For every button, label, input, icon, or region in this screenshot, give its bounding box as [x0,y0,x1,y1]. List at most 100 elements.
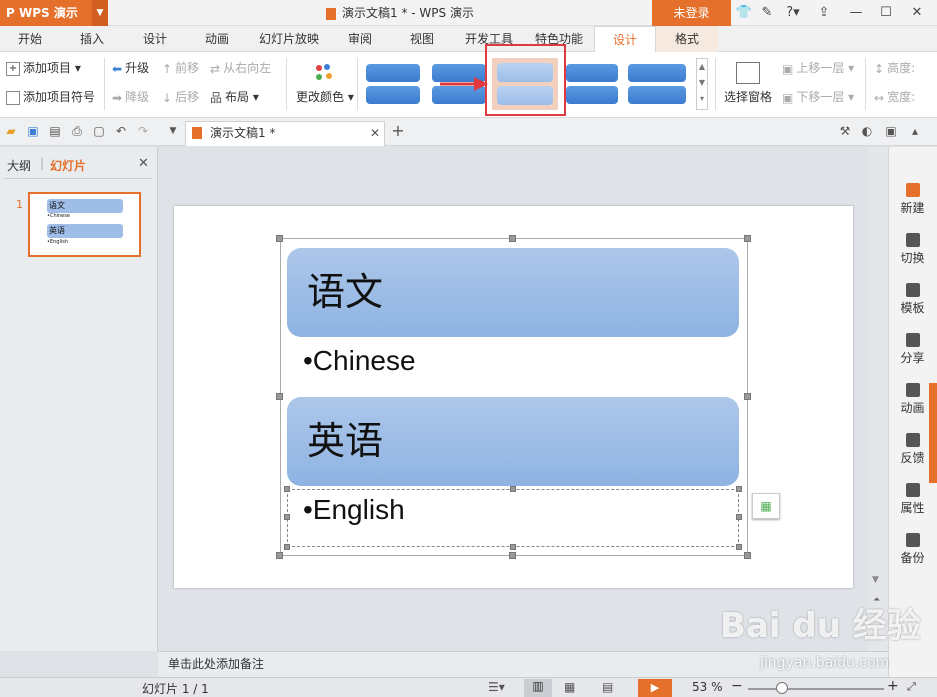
zoom-slider-thumb[interactable] [776,682,788,694]
bring-forward-button[interactable]: ▣ 上移一层 ▾ [782,58,854,78]
width-field[interactable]: ↔ 宽度: [874,87,915,107]
tab-format[interactable]: 格式 [656,26,718,52]
fit-window-icon[interactable]: ⤢ [907,680,916,694]
tab-slideshow[interactable]: 幻灯片放映 [259,26,319,52]
add-item-button[interactable]: + 添加项目 ▾ [6,58,81,78]
zoom-slider[interactable] [748,688,884,690]
sidebar-share[interactable]: 分享 [888,327,937,375]
tab-animation[interactable]: 动画 [205,26,229,52]
selection-pane-button[interactable]: 选择窗格 [724,87,772,107]
tab-insert[interactable]: 插入 [80,26,104,52]
properties-icon [905,483,920,497]
print-preview-icon[interactable]: ▢ [92,124,106,138]
sidebar-switch[interactable]: 切换 [888,227,937,275]
tab-view[interactable]: 视图 [410,26,434,52]
add-bullet-button[interactable]: 添加项目符号 [6,87,95,107]
undo-icon[interactable]: ↶ [114,124,128,138]
save-icon[interactable]: ▣ [26,124,40,138]
change-color-button[interactable]: 更改颜色 ▾ [296,87,354,107]
right-to-left-button[interactable]: ⇄ 从右向左 [210,58,271,78]
text-handle[interactable] [736,514,742,520]
resize-handle[interactable] [744,552,751,559]
send-backward-button[interactable]: ▣ 下移一层 ▾ [782,87,854,107]
maximize-icon[interactable]: ☐ [876,0,896,26]
sidebar-animation[interactable]: 动画 [888,377,937,425]
skin-icon[interactable]: 👕 [735,0,753,26]
resize-handle[interactable] [276,393,283,400]
text-handle[interactable] [284,544,290,550]
wps-menu-button[interactable]: P WPS 演示 [0,0,92,26]
tab-review[interactable]: 审阅 [348,26,372,52]
redo-icon[interactable]: ↷ [136,124,150,138]
print-icon[interactable]: ⎙ [70,124,84,138]
zoom-out-icon[interactable]: − [731,678,743,694]
help-icon[interactable]: ?▾ [782,0,804,26]
resize-handle[interactable] [744,235,751,242]
collapse-ribbon-icon[interactable]: ▴ [908,124,922,138]
customize-toolbar-icon[interactable]: ▼ [166,124,180,138]
text-handle[interactable] [736,544,742,550]
smartart-sub-2[interactable]: •English [303,494,405,534]
upload-icon[interactable]: ⇪ [814,0,834,26]
demote-button[interactable]: ➡ 降级 [112,87,149,107]
slide-sorter-icon[interactable]: ▦ [564,680,575,694]
tab-smartart-design[interactable]: 设计 [594,26,656,53]
normal-view-icon[interactable]: ▥ [524,679,552,697]
tool-icon[interactable]: ⚒ [838,124,852,138]
gallery-scroll[interactable]: ▲ ▼ ▾ [696,58,708,110]
open-folder-icon[interactable]: ▰ [4,124,18,138]
login-button[interactable]: 未登录 [652,0,731,26]
minimize-icon[interactable]: — [846,0,866,26]
smartart-item-1[interactable]: 语文 [287,248,739,337]
resize-handle[interactable] [744,393,751,400]
thumb-item-1: 语文 [47,199,123,213]
smartart-style-1[interactable] [366,64,420,82]
sidebar-template[interactable]: 模板 [888,277,937,325]
close-panel-icon[interactable]: ✕ [138,156,149,171]
smartart-style-4[interactable] [566,64,618,82]
text-handle[interactable] [510,486,516,492]
tab-home[interactable]: 开始 [18,26,42,52]
sidebar-properties[interactable]: 属性 [888,477,937,525]
close-icon[interactable]: ✕ [907,0,927,26]
resize-handle[interactable] [276,235,283,242]
text-handle[interactable] [736,486,742,492]
text-handle[interactable] [284,486,290,492]
resize-handle[interactable] [509,235,516,242]
close-tab-icon[interactable]: ✕ [368,126,382,140]
baidu-watermark-url: jingyan.baidu.com [760,655,890,671]
panel-icon[interactable]: ▣ [884,124,898,138]
slide-thumbnail[interactable]: 语文 •Chinese 英语 •English [28,192,141,257]
align-menu-icon[interactable]: ☰▾ [488,680,505,694]
export-pdf-icon[interactable]: ▤ [48,124,62,138]
layout-button[interactable]: 品布局 ▾ [210,87,259,107]
tab-design[interactable]: 设计 [143,26,167,52]
smartart-layout-options-icon[interactable]: ▦ [752,493,780,519]
text-handle[interactable] [510,544,516,550]
document-tab[interactable]: 演示文稿1 * [185,121,385,146]
sidebar-new[interactable]: 新建 [888,177,937,225]
tab-slides[interactable]: 幻灯片 [50,157,86,174]
move-back-button[interactable]: ↓ 后移 [162,87,199,107]
smartart-style-5[interactable] [628,64,686,82]
resize-handle[interactable] [509,552,516,559]
sidebar-backup[interactable]: 备份 [888,527,937,575]
resize-handle[interactable] [276,552,283,559]
new-tab-icon[interactable]: + [391,123,405,139]
text-handle[interactable] [284,514,290,520]
zoom-in-icon[interactable]: + [887,678,899,694]
view-icon[interactable]: ◐ [860,124,874,138]
scroll-down-icon[interactable]: ▼ [872,575,879,585]
move-forward-button[interactable]: ↑ 前移 [162,58,199,78]
play-slideshow-icon[interactable]: ▶ [638,679,672,697]
palette-icon [313,62,337,86]
smartart-sub-1[interactable]: •Chinese [303,345,416,385]
tab-outline[interactable]: 大纲 [7,157,31,174]
height-field[interactable]: ↕ 高度: [874,58,915,78]
reading-view-icon[interactable]: ▤ [602,680,613,694]
smartart-item-2[interactable]: 英语 [287,397,739,486]
promote-button[interactable]: ⬅ 升级 [112,58,149,78]
chat-icon[interactable]: ✎ [758,0,776,26]
sidebar-feedback[interactable]: 反馈 [888,427,937,475]
wps-menu-dropdown[interactable]: ▼ [92,0,108,26]
